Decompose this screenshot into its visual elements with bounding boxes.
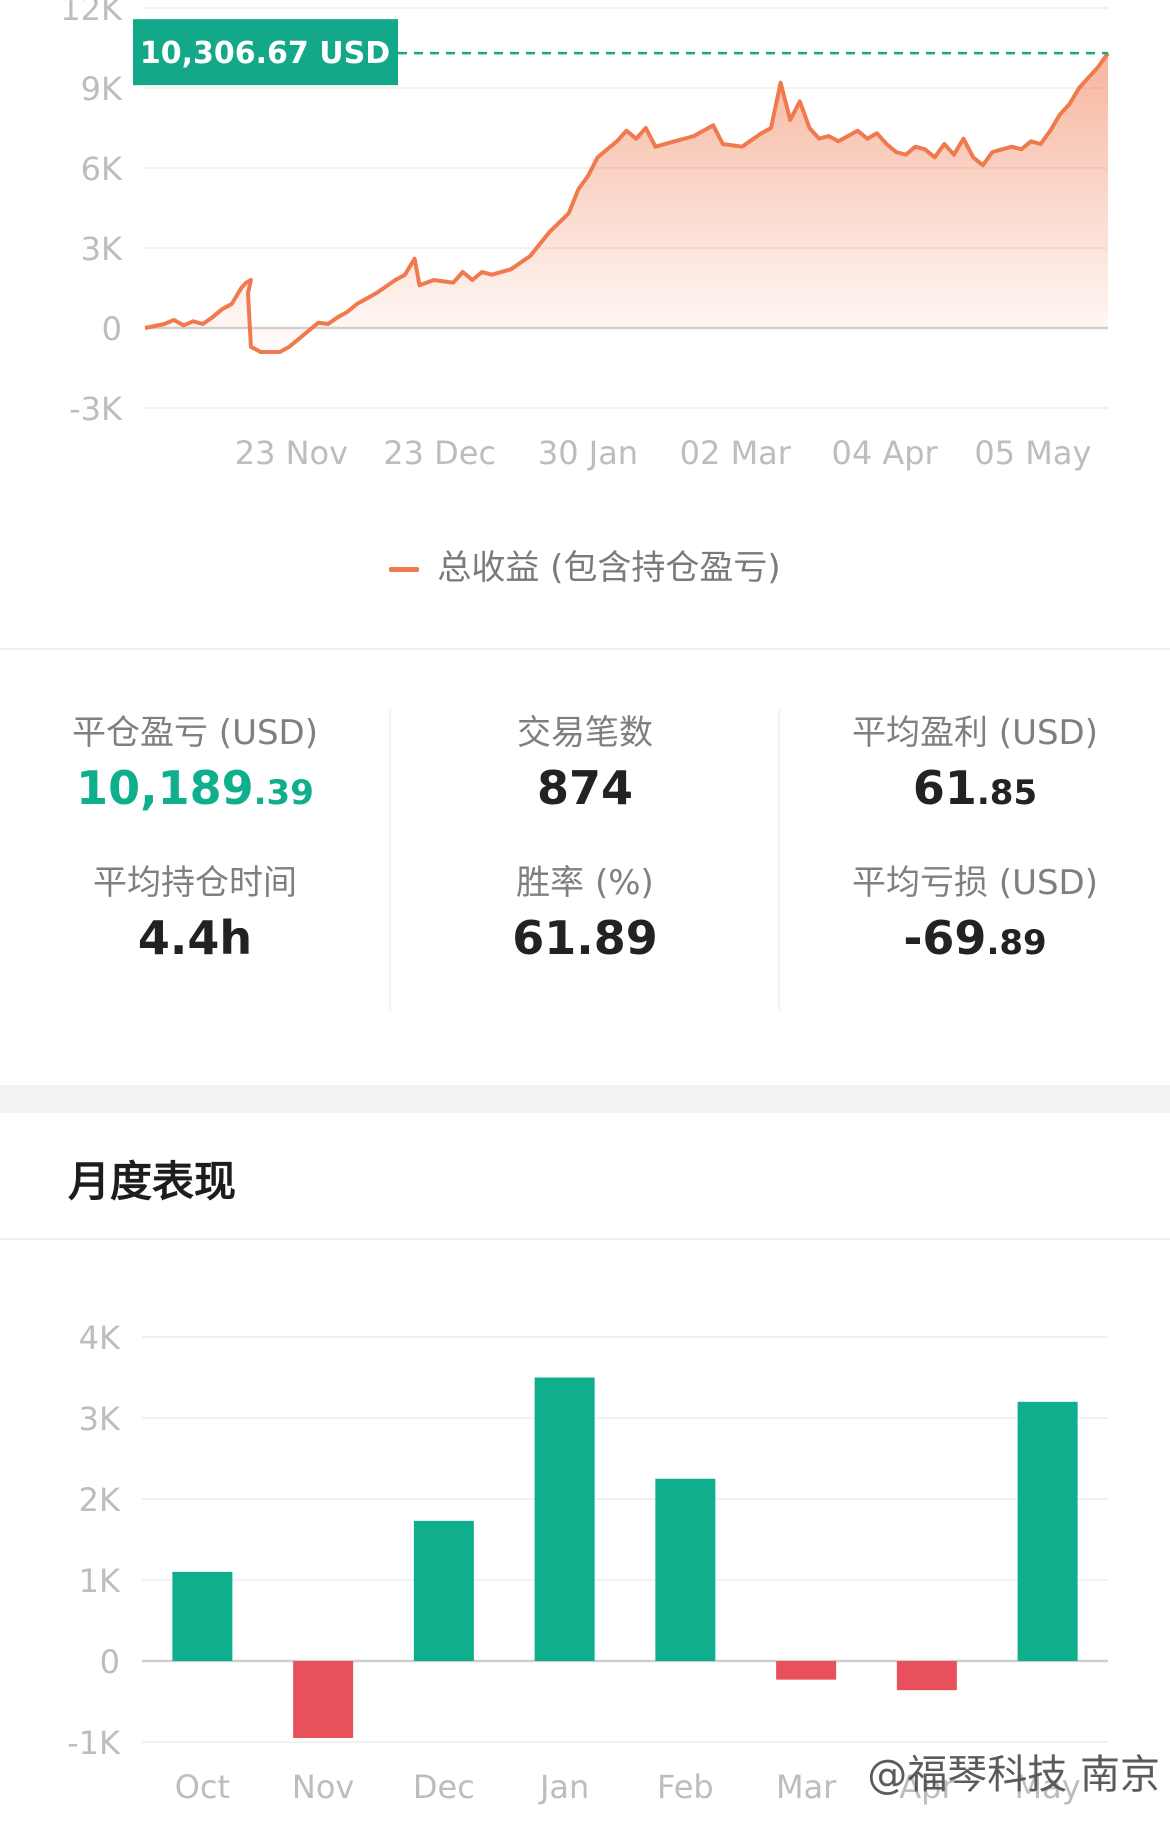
x-tick-label: 02 Mar — [680, 434, 792, 472]
avg-loss-int: -69 — [903, 911, 987, 965]
closed-pnl-dec: .39 — [253, 773, 314, 813]
watermark: @福琴科技 南京 — [867, 1752, 1160, 1798]
y-tick-label: 0 — [102, 310, 122, 348]
stat-value-trade-count: 874 — [536, 761, 634, 815]
area-fill — [145, 53, 1108, 352]
legend-label: 总收益 (包含持仓盈亏) — [437, 548, 781, 588]
stats-col-1: 平仓盈亏 (USD) 10,189.39 平均持仓时间 4.4h — [0, 710, 390, 1030]
stats-grid: 平仓盈亏 (USD) 10,189.39 平均持仓时间 4.4h 交易笔数 87… — [0, 690, 1170, 1030]
x-tick-label: Nov — [292, 1768, 354, 1806]
x-tick-label: Dec — [413, 1768, 475, 1806]
x-tick-label: 23 Dec — [383, 434, 496, 472]
monthly-performance-title: 月度表现 — [68, 1157, 237, 1206]
bar-jan — [534, 1377, 595, 1661]
stats-col-2: 交易笔数 874 胜率 (%) 61.89 — [390, 710, 780, 1030]
cumulative-pnl-section: 12K 9K 6K 3K 0 -3K 23 Nov 23 Dec 30 Jan 02 Mar 04 … — [0, 0, 1170, 650]
section-divider — [0, 648, 1170, 650]
avg-loss-dec: .89 — [986, 923, 1047, 963]
y-tick-label: 6K — [81, 150, 123, 188]
stat-value-closed-pnl: 10,189.39 — [0, 756, 390, 820]
bar-mar — [776, 1661, 837, 1680]
stat-value-avg-hold-time: 4.4h — [137, 911, 253, 965]
y-tick-label: 1K — [79, 1562, 121, 1600]
y-tick-label: -1K — [67, 1724, 121, 1762]
cumulative-pnl-chart: 12K 9K 6K 3K 0 -3K 23 Nov 23 Dec 30 Jan 02 Mar 04 … — [60, 0, 1110, 472]
legend-swatch — [389, 567, 420, 572]
section-gap — [0, 1085, 1170, 1113]
stat-value-avg-profit: 61.85 — [780, 756, 1170, 820]
y-tick-label: 9K — [81, 70, 123, 108]
monthly-performance-chart: 4K3K2K1K0-1KOct Nov Dec Jan Feb Mar Apr May — [67, 1319, 1108, 1806]
bar-apr — [896, 1661, 957, 1691]
bar-dec — [413, 1520, 474, 1661]
bar-oct — [172, 1571, 233, 1661]
x-tick-label: Feb — [657, 1768, 714, 1806]
avg-profit-int: 61 — [912, 761, 977, 815]
stat-label-avg-hold-time: 平均持仓时间 — [93, 863, 297, 903]
closed-pnl-int: 10,189 — [76, 761, 254, 815]
y-tick-label: -3K — [69, 390, 123, 428]
stat-label-closed-pnl: 平仓盈亏 (USD) — [72, 713, 318, 753]
stat-label-trade-count: 交易笔数 — [517, 713, 653, 753]
legend: 总收益 (包含持仓盈亏) — [0, 540, 1170, 589]
y-tick-label: 3K — [81, 230, 123, 268]
y-tick-label: 12K — [60, 0, 123, 28]
y-tick-label: 0 — [100, 1643, 120, 1681]
bar-nov — [293, 1661, 354, 1738]
x-tick-label: Jan — [538, 1768, 589, 1806]
stat-value-win-rate: 61.89 — [512, 911, 658, 965]
y-tick-label: 4K — [79, 1319, 121, 1357]
stat-value-avg-loss: -69.89 — [780, 906, 1170, 970]
x-tick-label: 23 Nov — [235, 434, 348, 472]
stat-label-win-rate: 胜率 (%) — [516, 863, 654, 903]
last-value-label: 10,306.67 USD — [140, 36, 390, 71]
y-tick-label: 3K — [79, 1400, 121, 1438]
stats-col-3: 平均盈利 (USD) 61.85 平均亏损 (USD) -69.89 — [780, 710, 1170, 1030]
x-tick-label: 30 Jan — [538, 434, 638, 472]
section-divider — [0, 1238, 1170, 1240]
x-tick-label: Oct — [175, 1768, 230, 1806]
stat-label-avg-profit: 平均盈利 (USD) — [852, 713, 1098, 753]
x-tick-label: 05 May — [974, 434, 1091, 472]
y-tick-label: 2K — [79, 1481, 121, 1519]
x-tick-label: 04 Apr — [831, 434, 938, 472]
x-tick-label: Mar — [776, 1768, 837, 1806]
bar-feb — [655, 1478, 716, 1661]
avg-profit-dec: .85 — [976, 773, 1038, 813]
stat-label-avg-loss: 平均亏损 (USD) — [852, 863, 1098, 903]
bar-may — [1017, 1401, 1078, 1661]
